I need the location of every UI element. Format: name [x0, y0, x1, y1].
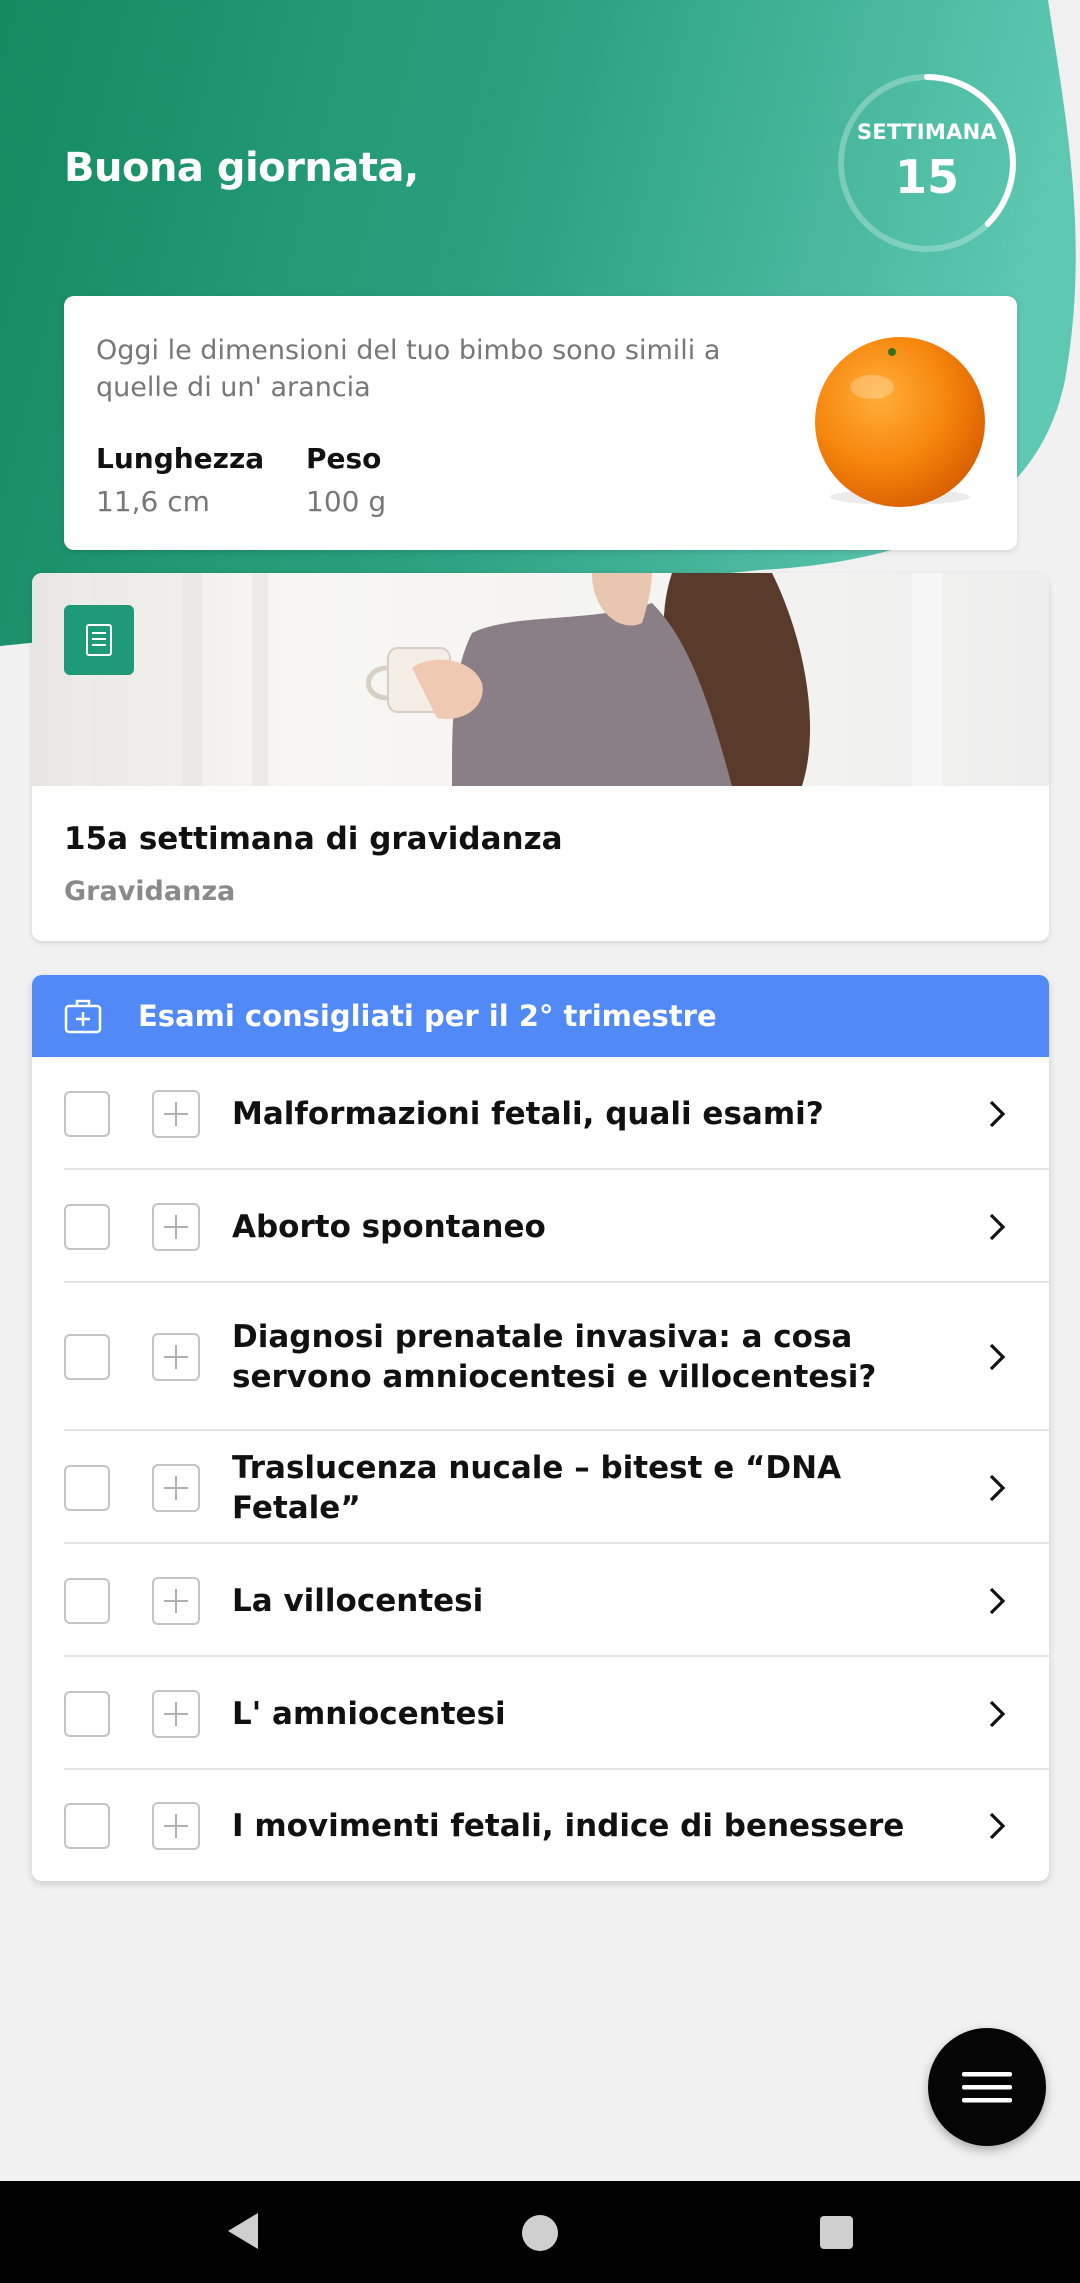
exam-checkbox[interactable]: [64, 1334, 110, 1380]
exam-item-label: Malformazioni fetali, quali esami?: [232, 1095, 824, 1132]
chevron-right-icon: [989, 1343, 1006, 1371]
menu-fab-button[interactable]: [928, 2028, 1046, 2146]
document-icon: [64, 605, 134, 675]
add-plus-icon[interactable]: [152, 1576, 200, 1625]
week-label: SETTIMANA: [856, 120, 998, 144]
orange-image: [815, 337, 985, 507]
add-plus-icon[interactable]: [152, 1689, 200, 1738]
exam-item-label: L' amniocentesi: [232, 1695, 506, 1732]
article-category: Gravidanza: [64, 876, 236, 907]
exam-checkbox[interactable]: [64, 1577, 110, 1624]
length-value: 11,6 cm: [96, 485, 210, 518]
chevron-right-icon: [989, 1474, 1006, 1501]
medical-kit-icon: [64, 999, 102, 1034]
exam-item-traslucenza[interactable]: Traslucenza nucale – bitest e “DNA Fetal…: [32, 1431, 1049, 1544]
exam-item-label: I movimenti fetali, indice di benessere: [232, 1807, 905, 1844]
back-icon[interactable]: [226, 2211, 260, 2251]
system-navigation-bar: [0, 2181, 1080, 2283]
week-progress-ring[interactable]: SETTIMANA 15: [834, 70, 1020, 256]
exam-item-label: La villocentesi: [232, 1582, 484, 1619]
add-plus-icon[interactable]: [152, 1089, 200, 1138]
exam-item-movimenti-fetali[interactable]: I movimenti fetali, indice di benessere: [32, 1770, 1049, 1881]
length-label: Lunghezza: [96, 442, 265, 475]
exam-checkbox[interactable]: [64, 1802, 110, 1849]
article-card[interactable]: 15a settimana di gravidanza Gravidanza: [32, 573, 1049, 941]
article-image: [32, 573, 1049, 786]
exam-item-diagnosi-prenatale[interactable]: Diagnosi prenatale invasiva: a cosa serv…: [32, 1283, 1049, 1431]
baby-size-card[interactable]: Oggi le dimensioni del tuo bimbo sono si…: [64, 296, 1017, 550]
add-plus-icon[interactable]: [152, 1463, 200, 1512]
exam-item-label: Aborto spontaneo: [232, 1208, 546, 1245]
recents-icon[interactable]: [820, 2216, 853, 2249]
weight-label: Peso: [306, 442, 382, 475]
menu-icon: [962, 2072, 1012, 2103]
exam-item-amniocentesi[interactable]: L' amniocentesi: [32, 1657, 1049, 1770]
add-plus-icon[interactable]: [152, 1333, 200, 1381]
exams-card: Esami consigliati per il 2° trimestre Ma…: [32, 975, 1049, 1881]
exam-checkbox[interactable]: [64, 1464, 110, 1511]
add-plus-icon[interactable]: [152, 1202, 200, 1251]
length-metric: Lunghezza 11,6 cm: [96, 442, 264, 518]
chevron-right-icon: [989, 1812, 1006, 1839]
chevron-right-icon: [989, 1213, 1006, 1240]
exam-checkbox[interactable]: [64, 1690, 110, 1737]
chevron-right-icon: [989, 1700, 1006, 1727]
weight-metric: Peso 100 g: [306, 442, 386, 518]
chevron-right-icon: [989, 1587, 1006, 1614]
week-number: 15: [894, 150, 959, 204]
exam-item-aborto[interactable]: Aborto spontaneo: [32, 1170, 1049, 1283]
home-icon[interactable]: [522, 2215, 558, 2251]
weight-value: 100 g: [306, 485, 387, 518]
exam-checkbox[interactable]: [64, 1203, 110, 1250]
article-title: 15a settimana di gravidanza: [64, 821, 563, 857]
exams-header: Esami consigliati per il 2° trimestre: [32, 975, 1049, 1057]
add-plus-icon[interactable]: [152, 1801, 200, 1850]
greeting-text: Buona giornata,: [64, 145, 419, 191]
exam-item-malformazioni[interactable]: Malformazioni fetali, quali esami?: [32, 1057, 1049, 1170]
exam-item-villocentesi[interactable]: La villocentesi: [32, 1544, 1049, 1657]
chevron-right-icon: [989, 1100, 1006, 1127]
exams-title: Esami consigliati per il 2° trimestre: [138, 999, 717, 1033]
exam-item-label: Diagnosi prenatale invasiva: a cosa serv…: [232, 1319, 877, 1395]
exam-checkbox[interactable]: [64, 1090, 110, 1137]
baby-size-description: Oggi le dimensioni del tuo bimbo sono si…: [96, 335, 721, 403]
exam-item-label: Traslucenza nucale – bitest e “DNA Fetal…: [232, 1449, 842, 1526]
